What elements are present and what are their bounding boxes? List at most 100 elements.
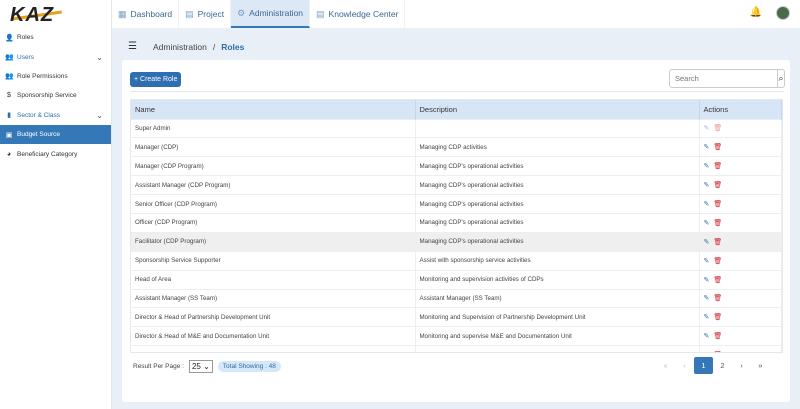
breadcrumb-current: Roles: [221, 41, 245, 52]
bell-icon[interactable]: 🔔: [750, 7, 762, 18]
role-name: Head of Area: [131, 269, 416, 290]
edit-icon[interactable]: ✎: [704, 163, 710, 170]
trash-icon[interactable]: 🗑: [713, 163, 722, 170]
sidebar-item-users[interactable]: 👥 Users ⌄: [0, 47, 111, 66]
tab-label: Project: [197, 9, 225, 19]
edit-icon[interactable]: ✎: [704, 182, 710, 189]
table-row: Assistant Manager (CDP Program) Managing …: [131, 175, 782, 195]
role-description: Managing CDP's operational activities: [415, 212, 700, 233]
sidebar-item-roles[interactable]: 👤 Roles: [0, 28, 111, 47]
hamburger-menu-icon[interactable]: ☰: [128, 41, 137, 52]
role-description: [415, 118, 700, 138]
breadcrumb-parent[interactable]: Administration: [153, 42, 207, 52]
role-name: Director & Head of Partnership Developme…: [131, 307, 416, 327]
sidebar-item-budget-source[interactable]: ▣ Budget Source: [0, 124, 111, 145]
role-name: Manager (CDP Program): [131, 156, 416, 176]
table-row: Assistant Manager (SS Team) Assistant Man…: [131, 288, 782, 308]
next-page-button[interactable]: ›: [732, 357, 751, 374]
role-description: Managing CDP's operational activities: [415, 175, 700, 195]
role-name: Senior Officer (CDP Program): [131, 194, 416, 214]
per-page-label: Result Per Page :: [133, 363, 184, 370]
kaz-logo[interactable]: KAZ: [0, 0, 111, 28]
sidebar-item-sponsorship-service[interactable]: $ Sponsorship Service: [0, 86, 111, 105]
page-1-button[interactable]: 1: [694, 357, 713, 374]
table-row: Head of Area Monitoring and supervision a…: [131, 269, 782, 290]
trash-icon[interactable]: 🗑: [713, 125, 722, 132]
edit-icon[interactable]: ✎: [704, 239, 710, 246]
roles-table: Name Description Actions Super Admin ✎ 🗑 Ma…: [131, 100, 782, 353]
edit-icon[interactable]: ✎: [704, 314, 710, 321]
edit-icon[interactable]: ✎: [704, 352, 710, 353]
chevron-down-icon[interactable]: ⌄: [96, 53, 103, 62]
breadcrumb: ☰ Administration / Roles: [128, 41, 244, 52]
role-name: Assistant Manager (SS Team): [131, 288, 416, 308]
admin-gear-icon: ⚙: [237, 7, 246, 18]
tab-dashboard[interactable]: ▦ Dashboard: [112, 0, 180, 28]
sidebar-item-beneficiary-category[interactable]: ◕ Beneficiary Category: [0, 144, 111, 163]
trash-icon[interactable]: 🗑: [713, 258, 722, 265]
first-page-button[interactable]: «: [656, 357, 675, 374]
edit-icon[interactable]: ✎: [704, 201, 710, 208]
tab-project[interactable]: ▤ Project: [179, 0, 232, 28]
sidebar-item-sector-class[interactable]: ▮ Sector & Class ⌄: [0, 106, 111, 125]
role-description: Managing CDP activities: [415, 137, 700, 157]
header-actions: Actions: [699, 100, 782, 119]
role-name: Super Admin: [131, 118, 416, 138]
breadcrumb-separator: /: [212, 41, 216, 52]
tab-knowledge-center[interactable]: ▤ Knowledge Center: [310, 0, 406, 28]
role-description: Managing CDP's operational activities: [415, 231, 700, 252]
sidebar-item-label: Budget Source: [17, 131, 61, 139]
tab-label: Knowledge Center: [328, 9, 399, 19]
table-row: Manager (CDP) Managing CDP activities ✎ 🗑: [131, 137, 782, 157]
edit-icon[interactable]: ✎: [704, 220, 710, 227]
trash-icon[interactable]: 🗑: [713, 352, 722, 353]
trash-icon[interactable]: 🗑: [713, 239, 722, 246]
roles-table-container[interactable]: Name Description Actions Super Admin ✎ 🗑 Ma…: [130, 99, 783, 353]
create-role-button[interactable]: + Create Role: [130, 72, 182, 87]
sidebar-item-label: Users: [17, 53, 34, 61]
search-input[interactable]: [670, 70, 777, 87]
search-icon[interactable]: ⌕: [777, 70, 784, 87]
edit-icon[interactable]: ✎: [704, 125, 710, 132]
trash-icon[interactable]: 🗑: [713, 182, 722, 189]
header-name: Name: [131, 100, 416, 119]
trash-icon[interactable]: 🗑: [713, 144, 722, 151]
clipboard-icon: ▤: [316, 8, 325, 19]
users-cog-icon: 👥: [5, 73, 14, 81]
category-icon: ◕: [6, 150, 12, 158]
page-2-button[interactable]: 2: [713, 357, 732, 374]
search-box: ⌕: [669, 69, 785, 88]
prev-page-button[interactable]: ‹: [675, 357, 694, 374]
top-nav: ▦ Dashboard ▤ Project ⚙ Administration ▤ Knowle…: [112, 0, 800, 28]
trash-icon[interactable]: 🗑: [713, 314, 722, 321]
row-actions: ✎🗑: [699, 175, 782, 195]
total-showing-badge: Total Showing : 48: [217, 361, 281, 372]
trash-icon[interactable]: 🗑: [713, 333, 722, 340]
edit-icon[interactable]: ✎: [704, 295, 710, 302]
table-row: Manager (CDP Program) Managing CDP's oper…: [131, 156, 782, 176]
per-page-select[interactable]: 25 ⌄: [188, 360, 213, 373]
row-actions: ✎🗑: [699, 288, 782, 308]
edit-icon[interactable]: ✎: [704, 144, 710, 151]
avatar[interactable]: [776, 6, 790, 20]
sidebar-item-role-permissions[interactable]: 👥 Role Permissions: [0, 67, 111, 86]
tab-label: Administration: [249, 8, 304, 18]
last-page-button[interactable]: »: [751, 357, 770, 374]
trash-icon[interactable]: 🗑: [713, 201, 722, 208]
edit-icon[interactable]: ✎: [704, 277, 710, 284]
tab-administration[interactable]: ⚙ Administration: [231, 0, 311, 28]
briefcase-icon: ▣: [5, 131, 13, 139]
trash-icon[interactable]: 🗑: [713, 220, 722, 227]
trash-icon[interactable]: 🗑: [713, 295, 722, 302]
role-name: Sponsorship Service Supporter: [131, 250, 416, 271]
edit-icon[interactable]: ✎: [704, 258, 710, 265]
chevron-down-icon[interactable]: ⌄: [96, 111, 103, 120]
roles-card: + Create Role ⌕ Name Description Actions…: [122, 60, 790, 402]
role-name: Manager (CDP): [131, 137, 416, 157]
edit-icon[interactable]: ✎: [704, 333, 710, 340]
user-tie-icon: 👤: [5, 34, 14, 42]
row-actions: ✎🗑: [699, 231, 782, 252]
table-row: Senior Manager & Head of HR Affairs Unit…: [131, 345, 782, 353]
trash-icon[interactable]: 🗑: [713, 277, 722, 284]
table-row: Officer (CDP Program) Managing CDP's oper…: [131, 212, 782, 233]
